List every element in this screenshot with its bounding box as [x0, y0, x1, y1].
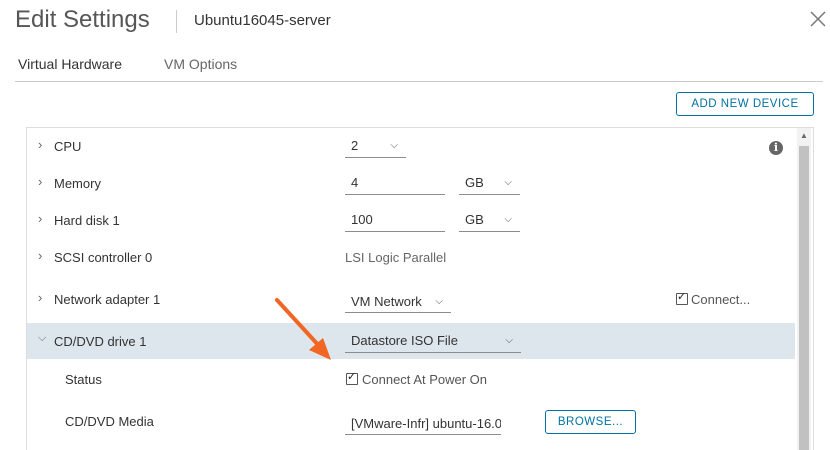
chevron-down-icon: ⌵ — [390, 140, 398, 151]
hardware-row-memory: › Memory 4 GB ⌵ — [27, 165, 795, 203]
hard-disk-input[interactable]: 100 — [345, 209, 445, 232]
chevron-down-icon: ⌵ — [504, 177, 512, 188]
network-dropdown[interactable]: VM Network ⌵ — [345, 290, 451, 313]
dialog-title: Edit Settings — [15, 6, 150, 33]
chevron-down-icon: ⌵ — [504, 214, 512, 225]
hardware-grid: › CPU 2 ⌵ i › Memory 4 GB ⌵ › Hard disk … — [26, 127, 814, 450]
cdrom-type-value: Datastore ISO File — [351, 333, 458, 348]
network-label: Network adapter 1 — [54, 292, 161, 307]
media-label: CD/DVD Media — [65, 414, 154, 429]
cpu-value: 2 — [351, 138, 359, 153]
scsi-value: LSI Logic Parallel — [345, 250, 447, 265]
scroll-up-icon[interactable]: ▲ — [800, 131, 808, 140]
annotation-arrow-icon — [275, 298, 331, 360]
chevron-right-icon[interactable]: › — [38, 137, 42, 152]
memory-unit-dropdown[interactable]: GB ⌵ — [459, 172, 520, 195]
hardware-row-scsi: › SCSI controller 0 LSI Logic Parallel — [27, 239, 795, 277]
hardware-row-cpu: › CPU 2 ⌵ i — [27, 128, 795, 166]
scsi-label: SCSI controller 0 — [54, 250, 153, 265]
memory-label: Memory — [54, 176, 101, 191]
network-connect-label: Connect... — [691, 292, 751, 307]
memory-input[interactable]: 4 — [345, 172, 445, 195]
media-path-input[interactable]: [VMware-Infr] ubuntu-16.0 — [345, 412, 501, 435]
add-new-device-button[interactable]: ADD NEW DEVICE — [676, 92, 814, 116]
chevron-right-icon[interactable]: › — [38, 248, 42, 263]
connect-at-power-on-checkbox[interactable] — [346, 370, 358, 385]
memory-unit: GB — [465, 175, 484, 190]
cpu-dropdown[interactable]: 2 ⌵ — [345, 135, 406, 158]
tab-bar: Virtual Hardware VM Options — [15, 56, 823, 82]
cdrom-media-row: CD/DVD Media [VMware-Infr] ubuntu-16.0 B… — [27, 402, 795, 450]
cpu-label: CPU — [54, 139, 82, 154]
chevron-right-icon[interactable]: › — [38, 174, 42, 189]
chevron-right-icon[interactable]: › — [38, 211, 42, 226]
info-icon[interactable]: i — [769, 141, 783, 155]
close-icon[interactable] — [807, 8, 829, 30]
media-path-value: [VMware-Infr] ubuntu-16.0 — [351, 416, 501, 431]
memory-value: 4 — [351, 175, 359, 190]
title-divider — [176, 10, 177, 33]
chevron-down-icon[interactable]: ⌵ — [38, 332, 46, 345]
scrollbar-thumb[interactable] — [799, 146, 809, 450]
tab-vm-options[interactable]: VM Options — [164, 56, 237, 78]
status-label: Status — [65, 372, 102, 387]
chevron-down-icon: ⌵ — [505, 335, 513, 346]
browse-button[interactable]: BROWSE... — [545, 410, 636, 434]
cdrom-status-row: Status Connect At Power On — [27, 359, 795, 403]
hard-disk-label: Hard disk 1 — [54, 213, 120, 228]
hard-disk-value: 100 — [351, 212, 373, 227]
cdrom-label: CD/DVD drive 1 — [54, 334, 147, 349]
hard-disk-unit-dropdown[interactable]: GB ⌵ — [459, 209, 520, 232]
connect-at-power-on-label: Connect At Power On — [362, 372, 488, 387]
hardware-row-network: › Network adapter 1 VM Network ⌵ Connect… — [27, 276, 795, 324]
network-value: VM Network — [351, 294, 422, 309]
chevron-right-icon[interactable]: › — [38, 290, 42, 305]
network-connect-checkbox[interactable] — [676, 290, 688, 305]
hard-disk-unit: GB — [465, 212, 484, 227]
cdrom-type-dropdown[interactable]: Datastore ISO File ⌵ — [345, 328, 521, 353]
hardware-row-hard-disk: › Hard disk 1 100 GB ⌵ — [27, 202, 795, 240]
tab-virtual-hardware[interactable]: Virtual Hardware — [18, 56, 122, 78]
vm-name: Ubuntu16045-server — [194, 12, 331, 29]
hardware-row-cdrom: ⌵ CD/DVD drive 1 Datastore ISO File ⌵ — [27, 323, 795, 360]
chevron-down-icon: ⌵ — [435, 296, 443, 307]
